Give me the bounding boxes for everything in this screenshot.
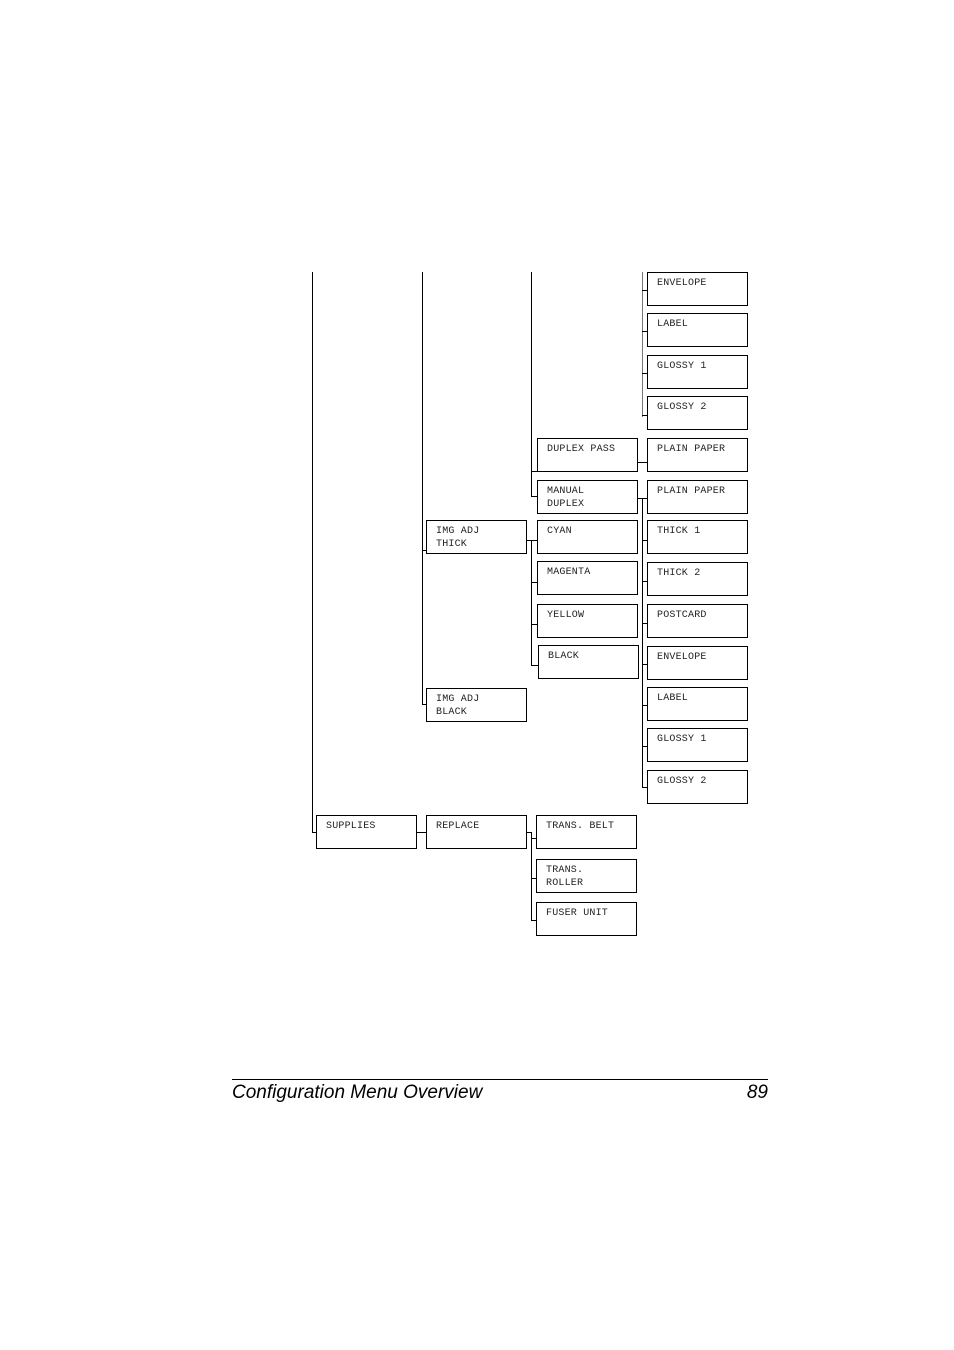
menu-item-cyan: CYAN [537,520,638,554]
connector-level4 [642,272,643,417]
connector-level2 [422,272,423,705]
menu-item-glossy-1: GLOSSY 1 [647,728,748,762]
connector-level1 [312,272,313,833]
menu-item-thick-2: THICK 2 [647,562,748,596]
menu-item-plain-paper: PLAIN PAPER [647,438,748,472]
connector-replace [531,832,532,921]
menu-item-envelope: ENVELOPE [647,272,748,306]
page-number: 89 [746,1082,768,1103]
menu-item-img-adj-black: IMG ADJ BLACK [426,688,527,722]
menu-item-yellow: YELLOW [537,604,638,638]
menu-item-black: BLACK [538,645,639,679]
menu-item-magenta: MAGENTA [537,561,638,595]
menu-item-fuser-unit: FUSER UNIT [536,902,637,936]
menu-item-glossy-1: GLOSSY 1 [647,355,748,389]
footer-title: Configuration Menu Overview [232,1082,483,1103]
menu-item-manual-duplex: MANUAL DUPLEX [537,480,638,514]
menu-item-replace: REPLACE [426,815,527,849]
connector-manual-duplex [642,498,643,788]
menu-item-duplex-pass: DUPLEX PASS [537,438,638,472]
menu-item-glossy-2: GLOSSY 2 [647,396,748,430]
menu-item-img-adj-thick: IMG ADJ THICK [426,520,527,554]
menu-item-trans-roller: TRANS. ROLLER [536,859,637,893]
menu-item-label: LABEL [647,687,748,721]
menu-item-glossy-2: GLOSSY 2 [647,770,748,804]
menu-item-label: LABEL [647,313,748,347]
footer-divider [232,1079,768,1080]
menu-item-envelope: ENVELOPE [647,646,748,680]
menu-item-supplies: SUPPLIES [316,815,417,849]
connector-img-adj-thick [531,540,532,666]
menu-item-trans-belt: TRANS. BELT [536,815,637,849]
menu-item-plain-paper: PLAIN PAPER [647,480,748,514]
connector [638,462,647,463]
connector [416,832,426,833]
connector [531,665,538,666]
menu-item-thick-1: THICK 1 [647,520,748,554]
menu-item-postcard: POSTCARD [647,604,748,638]
connector-level3 [531,272,532,497]
